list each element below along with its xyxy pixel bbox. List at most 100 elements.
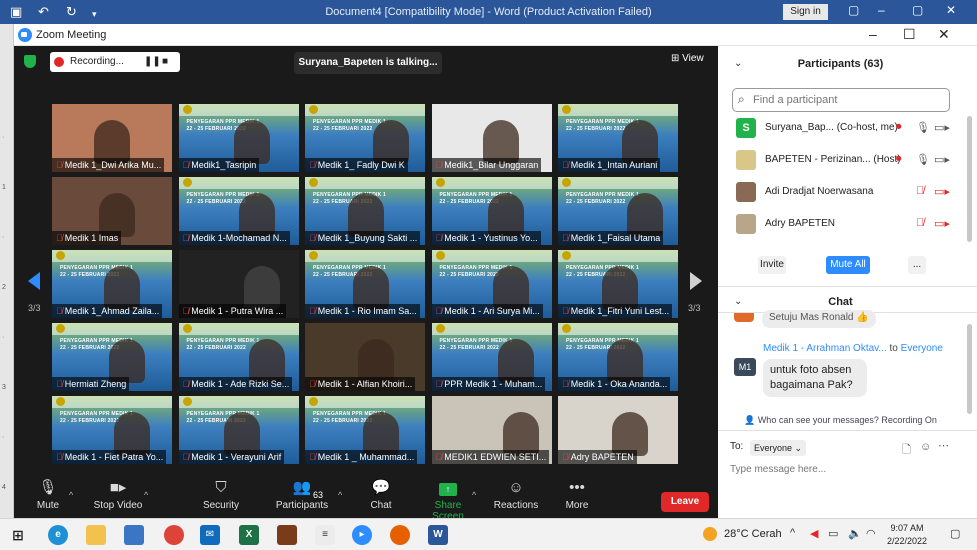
video-tile[interactable]: PENYEGARAN PPR MEDIK 1 22 - 25 FEBRUARI 2… [305,250,425,318]
file-explorer-icon[interactable] [86,525,106,545]
mail-icon[interactable]: ✉ [200,525,220,545]
video-tile[interactable]: PENYEGARAN PPR MEDIK 1 22 - 25 FEBRUARI 2… [178,323,299,391]
wifi-icon[interactable]: ◠ [866,527,876,540]
sign-in-button[interactable]: Sign in [783,4,828,20]
banner-date: 22 - 25 FEBRUARI 2022 [186,199,247,205]
participant-search[interactable]: ⌕ [732,88,950,112]
recipient-select[interactable]: Everyone ⌄ [750,440,807,456]
participant-name-tag: 🎙̸ Medik 1 _ Muhammad... [305,450,418,464]
mute-all-button[interactable]: Mute All [826,256,870,274]
video-tile[interactable]: PENYEGARAN PPR MEDIK 1 22 - 25 FEBRUARI 2… [178,396,299,464]
participant-search-input[interactable] [753,92,943,108]
security-button[interactable]: ⛉ Security [200,476,242,511]
tray-app-icon[interactable]: ◀ [810,527,818,540]
video-tile[interactable]: 🎙̸ Medik 1 - Putra Wira ... [178,250,299,318]
battery-icon[interactable]: ▭ [828,527,838,540]
video-tile[interactable]: PENYEGARAN PPR MEDIK 1 22 - 25 FEBRUARI 2… [558,104,678,172]
video-tile[interactable]: PENYEGARAN PPR MEDIK 1 22 - 25 FEBRUARI 2… [178,177,299,245]
video-tile[interactable]: PENYEGARAN PPR MEDIK 1 22 - 25 FEBRUARI 2… [305,396,425,464]
recording-icon [54,57,64,67]
participants-options-chevron-icon[interactable]: ^ [338,490,342,500]
video-tile[interactable]: PENYEGARAN PPR MEDIK 1 22 - 25 FEBRUARI 2… [431,177,552,245]
video-tile[interactable]: 🎙̸ Medik 1 Imas [52,177,172,245]
mute-button[interactable]: 🎙 Mute [30,476,66,511]
video-tile[interactable]: PENYEGARAN PPR MEDIK 1 22 - 25 FEBRUARI 2… [431,323,552,391]
notepad-icon[interactable]: ≡ [315,525,335,545]
participant-row[interactable]: Adi Dradjat Noerwasana 🎙̸ ▭▸ [732,180,964,206]
minimize-icon[interactable]: – [878,3,885,17]
app-icon[interactable] [277,525,297,545]
pause-recording-icon[interactable]: ❚❚ [144,56,161,67]
participants-scrollbar[interactable] [967,116,972,242]
share-options-chevron-icon[interactable]: ^ [472,490,476,500]
edge-browser-icon[interactable]: e [48,525,68,545]
video-tile[interactable]: PENYEGARAN PPR MEDIK 1 22 - 25 FEBRUARI 2… [178,104,299,172]
volume-icon[interactable]: 🔈 [848,527,862,540]
video-tile[interactable]: PENYEGARAN PPR MEDIK 1 22 - 25 FEBRUARI 2… [558,323,678,391]
maximize-icon[interactable]: ▢ [912,3,923,17]
view-button[interactable]: ⊞ View [671,53,704,64]
encryption-shield-icon[interactable] [24,55,36,68]
share-screen-button[interactable]: ↑ Share Screen [418,476,478,522]
video-tile[interactable]: PENYEGARAN PPR MEDIK 1 22 - 25 FEBRUARI 2… [558,177,678,245]
participant-row[interactable]: S Suryana_Bap... (Co-host, me) ⏺ 🎙 ▭▸ [732,116,964,142]
video-options-chevron-icon[interactable]: ^ [144,490,148,500]
video-tile[interactable]: PENYEGARAN PPR MEDIK 1 22 - 25 FEBRUARI 2… [305,177,425,245]
zoom-maximize-icon[interactable]: ☐ [903,26,916,43]
previous-page-arrow-icon[interactable] [28,272,40,290]
smiley-icon: ☺ [508,479,524,496]
emoji-icon[interactable]: ☺ [920,441,931,453]
banner-date: 22 - 25 FEBRUARI 2022 [566,126,626,132]
avatar [736,150,756,170]
leave-button[interactable]: Leave [661,492,709,512]
chat-message-input[interactable]: Type message here... [730,464,826,475]
participant-name-tag: 🎙̸ Medik 1_Fitri Yuni Lest... [558,304,673,318]
participant-name: Medik 1_Ahmad Zaila... [64,306,160,316]
ribbon-display-icon[interactable]: ▢ [848,3,859,17]
zoom-close-icon[interactable]: ✕ [938,26,950,43]
video-tile[interactable]: PENYEGARAN PPR MEDIK 1 22 - 25 FEBRUARI 2… [52,250,172,318]
excel-icon[interactable]: X [239,525,259,545]
participant-name: Medik 1_Dwi Arika Mu... [64,160,162,170]
chat-more-icon[interactable]: ⋯ [938,439,949,452]
chat-scrollbar[interactable] [967,324,972,414]
invite-button[interactable]: Invite [758,256,786,274]
video-tile[interactable]: PENYEGARAN PPR MEDIK 1 22 - 25 FEBRUARI 2… [52,323,172,391]
participant-row[interactable]: BAPETEN - Perizinan... (Host) ⏺ 🎙 ▭▸ [732,148,964,174]
video-tile[interactable]: 🎙̸ MEDIK1 EDWIEN SETI... [431,396,552,464]
chat-privacy-notice[interactable]: 👤 Who can see your messages? Recording O… [718,415,963,426]
zoom-minimize-icon[interactable]: – [869,26,877,42]
close-icon[interactable]: ✕ [946,3,956,17]
video-tile[interactable]: PENYEGARAN PPR MEDIK 1 22 - 25 FEBRUARI 2… [52,396,172,464]
video-tile[interactable]: 🎙̸ Medik1_Bilar Unggaran [431,104,552,172]
weather-text[interactable]: 28°C Cerah [724,528,782,540]
recording-label: Recording... [70,56,124,67]
stop-video-button[interactable]: ■▸ Stop Video [90,476,146,511]
store-icon[interactable] [124,525,144,545]
system-clock[interactable]: 9:07 AM 2/22/2022 [882,522,932,548]
tray-chevron-icon[interactable]: ^ [790,527,795,539]
video-tile[interactable]: PENYEGARAN PPR MEDIK 1 22 - 25 FEBRUARI 2… [305,104,425,172]
video-tile[interactable]: 🎙̸ Medik 1 - Alfian Khoiri... [305,323,425,391]
panel-divider [718,286,977,287]
word-icon[interactable]: W [428,525,448,545]
audio-options-chevron-icon[interactable]: ^ [69,490,73,500]
windows-start-icon[interactable]: ⊞ [8,525,28,545]
file-icon[interactable]: 🗋 [902,441,911,460]
video-tile[interactable]: 🎙̸ Medik 1_Dwi Arika Mu... [52,104,172,172]
stop-recording-icon[interactable]: ■ [162,56,168,67]
video-tile[interactable]: 🎙̸ Adry BAPETEN [558,396,678,464]
next-page-arrow-icon[interactable] [690,272,702,290]
firefox-icon[interactable] [390,525,410,545]
chat-button[interactable]: 💬 Chat [366,476,396,511]
people-icon: 👤 [744,415,758,425]
notifications-icon[interactable]: ▢ [950,527,960,540]
more-button[interactable]: ••• More [562,476,592,511]
chrome-icon[interactable] [164,525,184,545]
video-tile[interactable]: PENYEGARAN PPR MEDIK 1 22 - 25 FEBRUARI 2… [558,250,678,318]
reactions-button[interactable]: ☺ Reactions [492,476,540,511]
video-tile[interactable]: PENYEGARAN PPR MEDIK 1 22 - 25 FEBRUARI 2… [431,250,552,318]
more-options-button[interactable]: ... [908,256,926,274]
participant-row[interactable]: Adry BAPETEN 🎙̸ ▭▸ [732,212,964,238]
zoom-taskbar-icon[interactable]: ▸ [352,525,372,545]
